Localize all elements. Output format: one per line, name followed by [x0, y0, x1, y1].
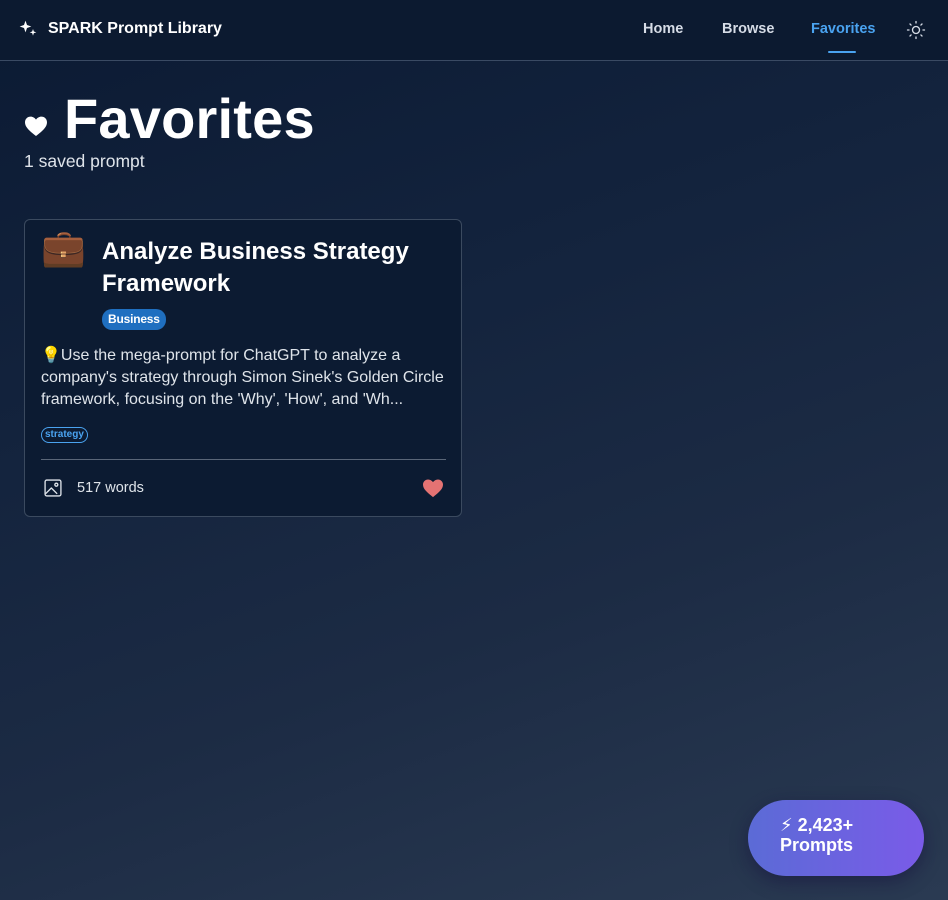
tag-chip[interactable]: strategy	[41, 427, 88, 443]
nav-home-link[interactable]: Home	[643, 21, 683, 37]
brand-title: SPARK Prompt Library	[48, 20, 222, 37]
word-count: 517 words	[77, 480, 144, 496]
prompt-count-badge[interactable]: ⚡ 2,423+ Prompts	[748, 800, 924, 876]
nav-favorites-link[interactable]: Favorites	[811, 21, 875, 37]
page-title: Favorites	[64, 87, 315, 150]
prompt-count-label: Prompts	[780, 835, 854, 855]
prompt-card[interactable]: 💼 Analyze Business Strategy Framework Bu…	[24, 219, 462, 517]
image-icon	[44, 479, 62, 497]
brand[interactable]: SPARK Prompt Library	[18, 19, 222, 39]
card-divider	[41, 459, 446, 460]
favorite-heart-icon[interactable]	[422, 478, 444, 498]
top-navbar: SPARK Prompt Library Home Browse Favorit…	[0, 0, 948, 61]
sparkles-icon	[19, 20, 37, 36]
prompt-count-value: ⚡ 2,423+	[780, 815, 854, 835]
category-badge[interactable]: Business	[102, 309, 166, 330]
card-title[interactable]: Analyze Business Strategy Framework	[102, 236, 432, 300]
saved-count: 1 saved prompt	[24, 151, 145, 171]
sun-icon[interactable]	[906, 20, 926, 40]
page-header: Favorites	[24, 86, 315, 151]
heart-icon	[25, 116, 47, 136]
card-description: 💡Use the mega-prompt for ChatGPT to anal…	[41, 347, 444, 408]
nav-browse-link[interactable]: Browse	[722, 21, 774, 37]
active-nav-indicator	[828, 51, 856, 53]
briefcase-icon: 💼	[41, 227, 86, 268]
